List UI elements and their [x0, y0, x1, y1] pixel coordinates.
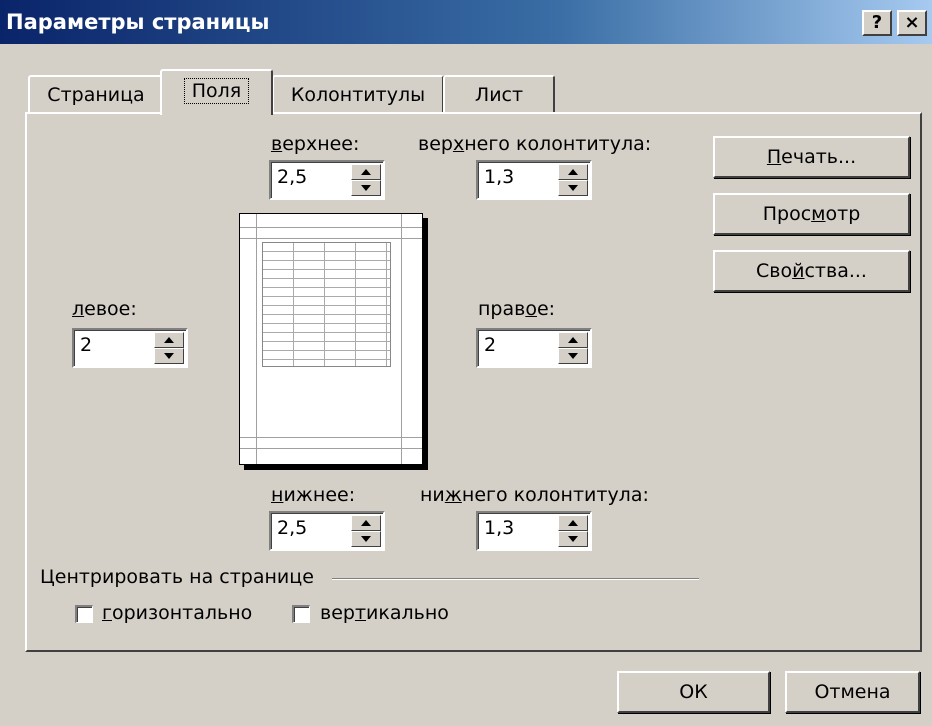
top-margin-down-button[interactable] — [351, 180, 381, 196]
window-title: Параметры страницы — [6, 10, 270, 34]
header-margin-spinner[interactable]: 1,3 — [476, 160, 592, 200]
top-margin-spinner[interactable]: 2,5 — [269, 160, 385, 200]
left-guide — [256, 214, 257, 464]
help-button[interactable]: ? — [862, 10, 892, 36]
arrow-down-icon — [361, 536, 371, 542]
tab-header-footer-label: Колонтитулы — [290, 84, 426, 106]
tab-page[interactable]: Страница — [28, 75, 164, 113]
arrow-down-icon — [568, 536, 578, 542]
header-margin-up-button[interactable] — [558, 164, 588, 180]
arrow-up-icon — [568, 169, 578, 175]
bottom-margin-down-button[interactable] — [351, 531, 381, 547]
tab-header-footer[interactable]: Колонтитулы — [272, 75, 444, 113]
bottom-margin-value: 2,5 — [277, 517, 308, 539]
ok-button[interactable]: ОК — [617, 671, 770, 713]
page-preview — [239, 213, 423, 465]
arrow-down-icon — [568, 353, 578, 359]
arrow-down-icon — [361, 185, 371, 191]
vertical-checkbox[interactable] — [292, 605, 310, 623]
footer-guide — [240, 448, 422, 449]
header-margin-value: 1,3 — [484, 166, 515, 188]
left-margin-spinner[interactable]: 2 — [72, 328, 188, 368]
arrow-up-icon — [568, 337, 578, 343]
footer-margin-value: 1,3 — [484, 517, 515, 539]
right-margin-label: правое: — [478, 298, 556, 320]
center-group-label: Центрировать на странице — [40, 566, 314, 588]
arrow-up-icon — [164, 337, 174, 343]
footer-margin-down-button[interactable] — [558, 531, 588, 547]
group-separator — [332, 578, 699, 580]
top-guide — [240, 238, 422, 239]
arrow-down-icon — [568, 185, 578, 191]
close-button[interactable]: × — [897, 10, 927, 36]
arrow-up-icon — [568, 520, 578, 526]
vertical-label: вертикально — [320, 602, 449, 624]
left-margin-value: 2 — [80, 334, 93, 356]
arrow-down-icon — [164, 353, 174, 359]
bottom-margin-label: нижнее: — [271, 484, 356, 506]
horizontal-checkbox[interactable] — [75, 605, 93, 623]
tab-sheet-label: Лист — [474, 84, 524, 106]
top-margin-value: 2,5 — [277, 166, 308, 188]
right-margin-down-button[interactable] — [558, 348, 588, 364]
top-margin-up-button[interactable] — [351, 164, 381, 180]
left-margin-down-button[interactable] — [154, 348, 184, 364]
tab-margins-label: Поля — [183, 78, 250, 104]
properties-button[interactable]: Свойства... — [713, 250, 910, 292]
tab-margins[interactable]: Поля — [160, 69, 273, 115]
footer-margin-spinner[interactable]: 1,3 — [476, 511, 592, 551]
horizontal-label: горизонтально — [102, 602, 253, 624]
cancel-button[interactable]: Отмена — [785, 671, 920, 713]
right-margin-value: 2 — [484, 334, 497, 356]
arrow-up-icon — [361, 520, 371, 526]
bottom-margin-spinner[interactable]: 2,5 — [269, 511, 385, 551]
bottom-margin-up-button[interactable] — [351, 515, 381, 531]
print-button[interactable]: Печать... — [713, 136, 910, 178]
arrow-up-icon — [361, 169, 371, 175]
bottom-guide — [240, 437, 422, 438]
footer-margin-up-button[interactable] — [558, 515, 588, 531]
header-guide — [240, 227, 422, 228]
preview-table — [262, 242, 391, 367]
right-guide — [401, 214, 402, 464]
header-margin-label: верхнего колонтитула: — [418, 133, 652, 155]
right-margin-up-button[interactable] — [558, 332, 588, 348]
right-margin-spinner[interactable]: 2 — [476, 328, 592, 368]
top-margin-label: верхнее: — [271, 133, 360, 155]
left-margin-label: левое: — [72, 298, 137, 320]
tab-page-label: Страница — [47, 84, 145, 106]
preview-button[interactable]: Просмотр — [713, 193, 910, 235]
header-margin-down-button[interactable] — [558, 180, 588, 196]
footer-margin-label: нижнего колонтитула: — [420, 484, 649, 506]
tab-sheet[interactable]: Лист — [443, 75, 555, 113]
left-margin-up-button[interactable] — [154, 332, 184, 348]
